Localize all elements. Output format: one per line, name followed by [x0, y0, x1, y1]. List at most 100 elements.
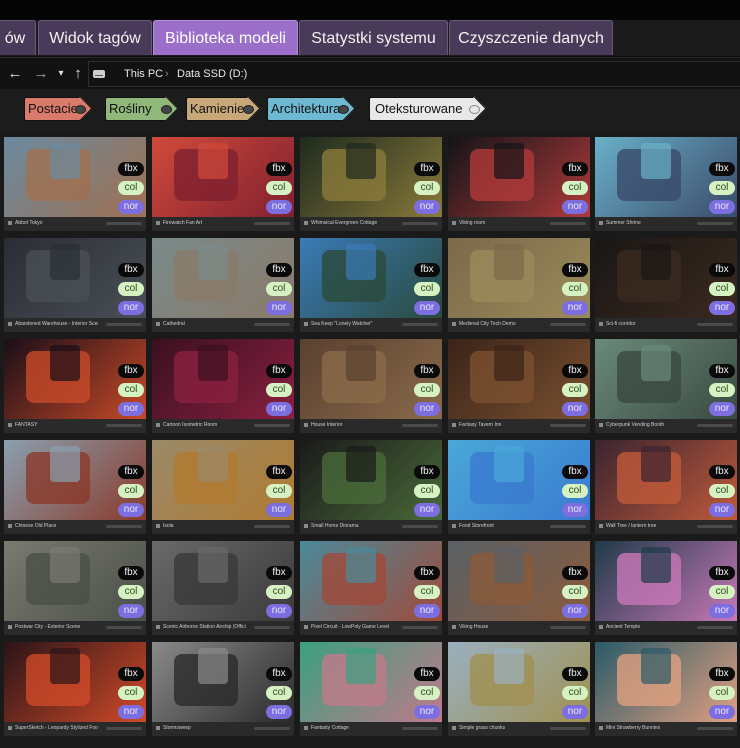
- fbx-badge[interactable]: fbx: [266, 465, 292, 479]
- tab-tag-view[interactable]: Widok tagów: [38, 20, 152, 55]
- fbx-badge[interactable]: fbx: [118, 566, 144, 580]
- model-card[interactable]: fbx col nor Isola: [152, 440, 294, 534]
- arrow-right-icon[interactable]: →: [32, 64, 50, 84]
- fbx-badge[interactable]: fbx: [709, 263, 735, 277]
- col-badge[interactable]: col: [118, 383, 144, 397]
- fbx-badge[interactable]: fbx: [118, 162, 144, 176]
- fbx-badge[interactable]: fbx: [118, 667, 144, 681]
- nor-badge[interactable]: nor: [118, 301, 144, 315]
- fbx-badge[interactable]: fbx: [266, 667, 292, 681]
- model-card[interactable]: fbx col nor Viking room: [448, 137, 590, 231]
- model-card[interactable]: fbx col nor Postwar City - Exterior Scene: [4, 541, 146, 635]
- tag-postacie[interactable]: Postacie: [24, 96, 93, 121]
- model-card[interactable]: fbx col nor Whimsical Evergreen Cottage: [300, 137, 442, 231]
- nor-badge[interactable]: nor: [266, 604, 292, 618]
- fbx-badge[interactable]: fbx: [266, 364, 292, 378]
- nor-badge[interactable]: nor: [562, 705, 588, 719]
- fbx-badge[interactable]: fbx: [562, 465, 588, 479]
- model-card[interactable]: fbx col nor Sci-fi corridor: [595, 238, 737, 332]
- model-card[interactable]: fbx col nor Firewatch Fan Art: [152, 137, 294, 231]
- model-card[interactable]: fbx col nor Stormsweep: [152, 642, 294, 736]
- col-badge[interactable]: col: [414, 686, 440, 700]
- col-badge[interactable]: col: [266, 383, 292, 397]
- fbx-badge[interactable]: fbx: [118, 364, 144, 378]
- col-badge[interactable]: col: [414, 282, 440, 296]
- model-card[interactable]: fbx col nor Food Storefront: [448, 440, 590, 534]
- col-badge[interactable]: col: [118, 181, 144, 195]
- chevron-down-icon[interactable]: ▾: [54, 64, 68, 84]
- nor-badge[interactable]: nor: [118, 402, 144, 416]
- tag-architektura[interactable]: Architektura: [267, 96, 356, 121]
- nor-badge[interactable]: nor: [414, 604, 440, 618]
- col-badge[interactable]: col: [709, 181, 735, 195]
- model-card[interactable]: fbx col nor Viking House: [448, 541, 590, 635]
- nor-badge[interactable]: nor: [709, 604, 735, 618]
- col-badge[interactable]: col: [709, 686, 735, 700]
- fbx-badge[interactable]: fbx: [709, 162, 735, 176]
- col-badge[interactable]: col: [266, 282, 292, 296]
- model-card[interactable]: fbx col nor Fantasy Tavern Inn: [448, 339, 590, 433]
- fbx-badge[interactable]: fbx: [562, 263, 588, 277]
- col-badge[interactable]: col: [709, 484, 735, 498]
- nor-badge[interactable]: nor: [266, 402, 292, 416]
- nor-badge[interactable]: nor: [266, 705, 292, 719]
- nor-badge[interactable]: nor: [562, 200, 588, 214]
- model-card[interactable]: fbx col nor Simple grass chunks: [448, 642, 590, 736]
- fbx-badge[interactable]: fbx: [709, 667, 735, 681]
- nor-badge[interactable]: nor: [414, 503, 440, 517]
- fbx-badge[interactable]: fbx: [709, 566, 735, 580]
- fbx-badge[interactable]: fbx: [562, 364, 588, 378]
- breadcrumb-data-ssd[interactable]: Data SSD (D:): [177, 58, 247, 90]
- nor-badge[interactable]: nor: [266, 301, 292, 315]
- tab-data-cleanup[interactable]: Czyszczenie danych: [449, 20, 613, 55]
- nor-badge[interactable]: nor: [414, 402, 440, 416]
- fbx-badge[interactable]: fbx: [414, 667, 440, 681]
- fbx-badge[interactable]: fbx: [266, 162, 292, 176]
- model-card[interactable]: fbx col nor Scenic Airborne Station Airship…: [152, 541, 294, 635]
- model-card[interactable]: fbx col nor FANTASY: [4, 339, 146, 433]
- fbx-badge[interactable]: fbx: [266, 566, 292, 580]
- fbx-badge[interactable]: fbx: [709, 465, 735, 479]
- model-card[interactable]: fbx col nor SuperSketch - Leopardy Stylized…: [4, 642, 146, 736]
- fbx-badge[interactable]: fbx: [266, 263, 292, 277]
- model-card[interactable]: fbx col nor Ancient Temple: [595, 541, 737, 635]
- tag-oteksturowane[interactable]: Oteksturowane: [369, 96, 487, 121]
- fbx-badge[interactable]: fbx: [562, 566, 588, 580]
- col-badge[interactable]: col: [562, 585, 588, 599]
- nor-badge[interactable]: nor: [118, 503, 144, 517]
- tab-previous[interactable]: ów: [0, 20, 36, 55]
- fbx-badge[interactable]: fbx: [414, 263, 440, 277]
- nor-badge[interactable]: nor: [709, 705, 735, 719]
- model-card[interactable]: fbx col nor Fantasty Cottage: [300, 642, 442, 736]
- nor-badge[interactable]: nor: [414, 301, 440, 315]
- nor-badge[interactable]: nor: [562, 503, 588, 517]
- col-badge[interactable]: col: [562, 181, 588, 195]
- col-badge[interactable]: col: [562, 484, 588, 498]
- model-card[interactable]: fbx col nor Cyberpunk Vending Booth: [595, 339, 737, 433]
- nor-badge[interactable]: nor: [118, 200, 144, 214]
- model-card[interactable]: fbx col nor Cathedral: [152, 238, 294, 332]
- model-card[interactable]: fbx col nor Small Home Diorama: [300, 440, 442, 534]
- nor-badge[interactable]: nor: [709, 200, 735, 214]
- fbx-badge[interactable]: fbx: [414, 364, 440, 378]
- tag-rosliny[interactable]: Rośliny: [105, 96, 179, 121]
- col-badge[interactable]: col: [709, 282, 735, 296]
- model-card[interactable]: fbx col nor Abbot Tokyo: [4, 137, 146, 231]
- nor-badge[interactable]: nor: [562, 402, 588, 416]
- tab-model-library[interactable]: Biblioteka modeli: [153, 20, 298, 55]
- col-badge[interactable]: col: [709, 585, 735, 599]
- model-card[interactable]: fbx col nor Chinese Old Place: [4, 440, 146, 534]
- col-badge[interactable]: col: [414, 484, 440, 498]
- col-badge[interactable]: col: [266, 484, 292, 498]
- col-badge[interactable]: col: [562, 686, 588, 700]
- arrow-left-icon[interactable]: ←: [6, 64, 24, 84]
- nor-badge[interactable]: nor: [709, 503, 735, 517]
- model-card[interactable]: fbx col nor Cartoon Isometric Room: [152, 339, 294, 433]
- model-card[interactable]: fbx col nor Medieval City Tech Demo: [448, 238, 590, 332]
- col-badge[interactable]: col: [118, 585, 144, 599]
- model-card[interactable]: fbx col nor Wall Tree / lantern tree: [595, 440, 737, 534]
- col-badge[interactable]: col: [266, 585, 292, 599]
- nor-badge[interactable]: nor: [118, 705, 144, 719]
- col-badge[interactable]: col: [118, 686, 144, 700]
- model-card[interactable]: fbx col nor Sea Keep "Lonely Watcher": [300, 238, 442, 332]
